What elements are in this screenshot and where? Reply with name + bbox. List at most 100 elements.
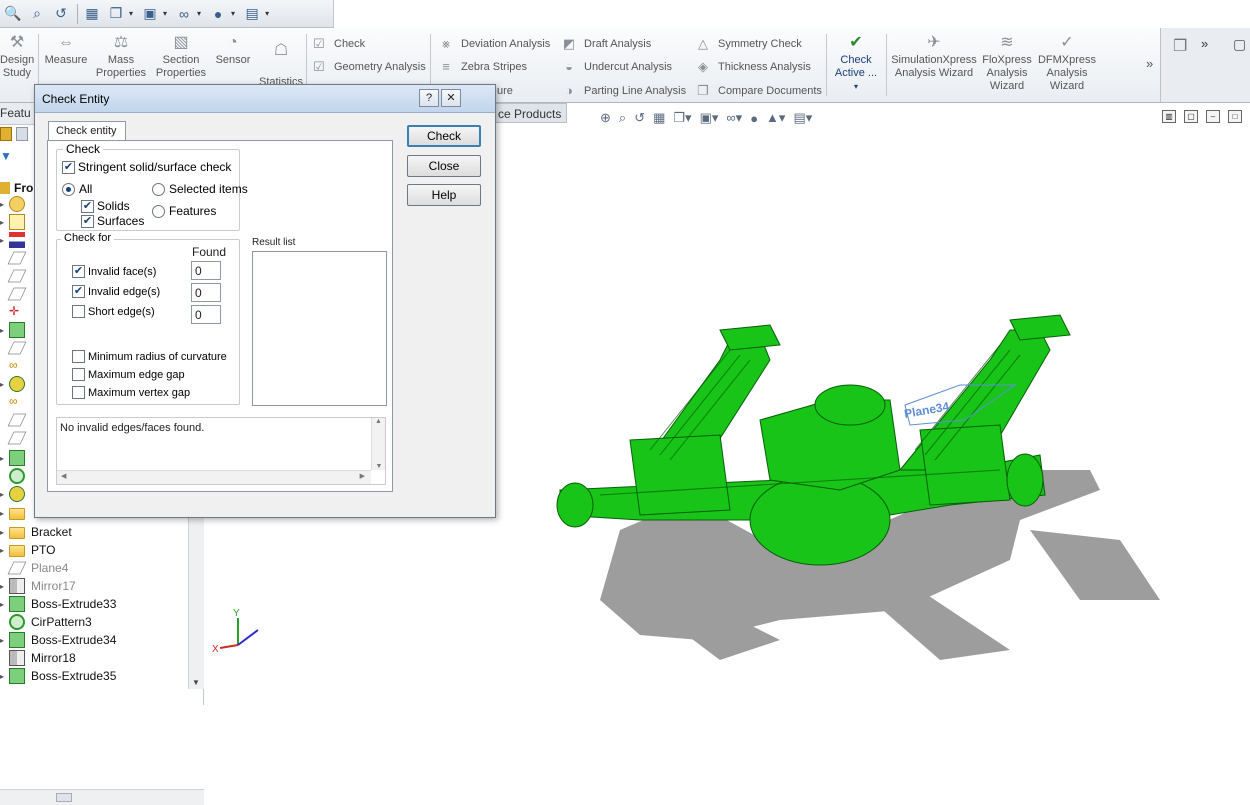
tree-item-boss-extrude35[interactable]: ▸ Boss-Extrude35 — [0, 667, 116, 685]
expand-icon[interactable]: ▸ — [0, 326, 8, 335]
invalid-faces-checkbox[interactable]: ✔ Invalid face(s) — [72, 265, 156, 278]
expand-icon[interactable]: ▸ — [0, 528, 8, 537]
property-manager-icon[interactable] — [16, 127, 28, 141]
tree-item-hidden[interactable]: ∞ — [0, 357, 31, 375]
more-tools-button[interactable]: » — [1146, 56, 1153, 71]
scroll-up-icon[interactable]: ▲ — [372, 418, 385, 425]
tree-item-hidden[interactable]: ▸ — [0, 375, 31, 393]
scroll-right-icon[interactable]: ▶ — [360, 472, 365, 480]
filter-icon[interactable]: ▼ — [0, 149, 12, 163]
measure-button[interactable]: ⇔ Measure — [42, 34, 90, 67]
appearance-icon[interactable]: ● — [207, 3, 229, 25]
feature-manager-icon[interactable] — [0, 127, 12, 141]
zebra-stripes-button[interactable]: ≡ Zebra Stripes — [437, 59, 527, 75]
geometry-analysis-button[interactable]: ☑ Geometry Analysis — [310, 59, 426, 75]
sensor-button[interactable]: ◔ Sensor — [212, 34, 254, 67]
tree-item-hidden[interactable]: ▸ — [0, 504, 31, 522]
section-properties-button[interactable]: ▧ Section Properties — [154, 34, 208, 80]
help-dialog-button[interactable]: Help — [407, 184, 481, 206]
chevron-down-icon[interactable]: ▾ — [129, 9, 133, 18]
tree-item-hidden[interactable]: ▸ — [0, 195, 31, 213]
chevron-down-icon[interactable]: ▾ — [830, 80, 882, 93]
tile-icon[interactable]: ▥ — [1162, 110, 1176, 123]
expand-icon[interactable]: ▸ — [0, 582, 8, 591]
feature-tab-label[interactable]: Featu — [0, 106, 31, 120]
display-style-icon[interactable]: ▣▾ — [700, 110, 719, 126]
max-vertex-gap-checkbox[interactable]: Maximum vertex gap — [72, 386, 190, 399]
statistics-button[interactable]: ☖ Statistics — [256, 42, 306, 89]
tree-item-boss-extrude33[interactable]: ▸ Boss-Extrude33 — [0, 595, 116, 613]
stringent-checkbox[interactable]: ✔ Stringent solid/surface check — [62, 160, 231, 174]
simulationxpress-button[interactable]: ✈ SimulationXpress Analysis Wizard — [890, 34, 978, 80]
scroll-down-icon[interactable]: ▼ — [372, 463, 386, 470]
tree-item-hidden[interactable] — [0, 285, 31, 303]
dfmxpress-button[interactable]: ✓ DFMXpress Analysis Wizard — [1036, 34, 1098, 93]
max-edge-gap-checkbox[interactable]: Maximum edge gap — [72, 368, 185, 381]
draft-analysis-button[interactable]: ◩ Draft Analysis — [560, 36, 651, 52]
dialog-titlebar[interactable]: Check Entity ? ✕ — [35, 85, 495, 113]
design-study-button[interactable]: ⚒ Design Study — [0, 34, 34, 80]
tree-item-hidden[interactable] — [0, 267, 31, 285]
maximize-icon[interactable]: □ — [1228, 110, 1242, 123]
products-tab[interactable]: ce Products — [495, 103, 567, 123]
chevron-down-icon[interactable]: ▾ — [265, 9, 269, 18]
all-radio[interactable]: All — [62, 182, 92, 196]
tree-item-cirpattern3[interactable]: CirPattern3 — [0, 613, 92, 631]
tree-item-hidden[interactable]: ▸ — [0, 485, 31, 503]
expand-icon[interactable]: ▸ — [0, 490, 8, 499]
zoom-fit-icon[interactable]: ⊕ — [600, 110, 611, 126]
expand-icon[interactable]: ▸ — [0, 200, 8, 209]
tree-horizontal-scrollbar[interactable] — [0, 789, 204, 805]
symmetry-check-button[interactable]: △ Symmetry Check — [694, 36, 802, 52]
invalid-edges-checkbox[interactable]: ✔ Invalid edge(s) — [72, 285, 160, 298]
tree-item-mirror17[interactable]: ▸ Mirror17 — [0, 577, 76, 595]
view-orientation-icon[interactable]: ❐▾ — [673, 110, 691, 126]
expand-icon[interactable]: ▸ — [0, 509, 8, 518]
restore-icon[interactable]: ▢ — [1184, 110, 1198, 123]
expand-icon[interactable]: ▸ — [0, 454, 8, 463]
tree-item-hidden[interactable] — [0, 339, 31, 357]
short-edges-checkbox[interactable]: Short edge(s) — [72, 305, 155, 318]
minimize-icon[interactable]: – — [1206, 110, 1220, 123]
check-active-button[interactable]: ✔ Check Active ... ▾ — [830, 34, 882, 93]
tree-item-hidden[interactable]: ▸ — [0, 231, 31, 249]
chevron-right-icon[interactable]: » — [1201, 36, 1208, 51]
thickness-analysis-button[interactable]: ◈ Thickness Analysis — [694, 59, 811, 75]
tree-item-hidden[interactable] — [0, 411, 31, 429]
close-button[interactable]: Close — [407, 155, 481, 177]
tree-item-hidden[interactable] — [0, 249, 31, 267]
tree-item-hidden[interactable]: ∞ — [0, 393, 31, 411]
cube-icon[interactable]: ❐ — [1173, 36, 1187, 56]
help-button[interactable]: ? — [419, 89, 439, 107]
expand-icon[interactable]: ▸ — [0, 672, 8, 681]
previous-view-icon[interactable]: ↺ — [50, 3, 72, 25]
section-view-icon[interactable]: ▦ — [653, 110, 665, 126]
parting-line-analysis-button[interactable]: ◑ Parting Line Analysis — [560, 83, 686, 99]
check-button[interactable]: Check — [407, 125, 481, 147]
scene-icon[interactable]: ▲▾ — [766, 110, 785, 126]
floxpress-button[interactable]: ≋ FloXpress Analysis Wizard — [980, 34, 1034, 93]
undercut-analysis-button[interactable]: ◒ Undercut Analysis — [560, 59, 672, 75]
expand-icon[interactable]: ▸ — [0, 236, 8, 245]
hide-show-icon[interactable]: ∞ — [173, 3, 195, 25]
tree-item-plane4[interactable]: Plane4 — [0, 559, 68, 577]
tab-check-entity[interactable]: Check entity — [48, 121, 126, 141]
status-vertical-scrollbar[interactable]: ▲ ▼ — [371, 418, 385, 470]
tree-item-hidden[interactable]: ▸ — [0, 213, 31, 231]
tree-item-bracket[interactable]: ▸ Bracket — [0, 523, 72, 541]
mass-properties-button[interactable]: ⚖ Mass Properties — [94, 34, 148, 80]
solids-checkbox[interactable]: ✔ Solids — [81, 199, 130, 213]
scroll-left-icon[interactable]: ◀ — [61, 472, 66, 480]
expand-icon[interactable]: ▸ — [0, 600, 8, 609]
previous-view-icon[interactable]: ↺ — [634, 110, 645, 126]
hide-show-icon[interactable]: ∞▾ — [726, 110, 742, 126]
expand-icon[interactable]: ▸ — [0, 218, 8, 227]
chevron-down-icon[interactable]: ▾ — [231, 9, 235, 18]
chevron-down-icon[interactable]: ▾ — [163, 9, 167, 18]
section-view-icon[interactable]: ▦ — [81, 3, 103, 25]
zoom-area-icon[interactable]: ⌕ — [26, 3, 48, 25]
view-orientation-icon[interactable]: ❐ — [105, 3, 127, 25]
expand-icon[interactable]: ▸ — [0, 636, 8, 645]
tree-item-hidden[interactable]: ▸ — [0, 449, 31, 467]
tree-item-hidden[interactable]: ✛ — [0, 303, 31, 321]
